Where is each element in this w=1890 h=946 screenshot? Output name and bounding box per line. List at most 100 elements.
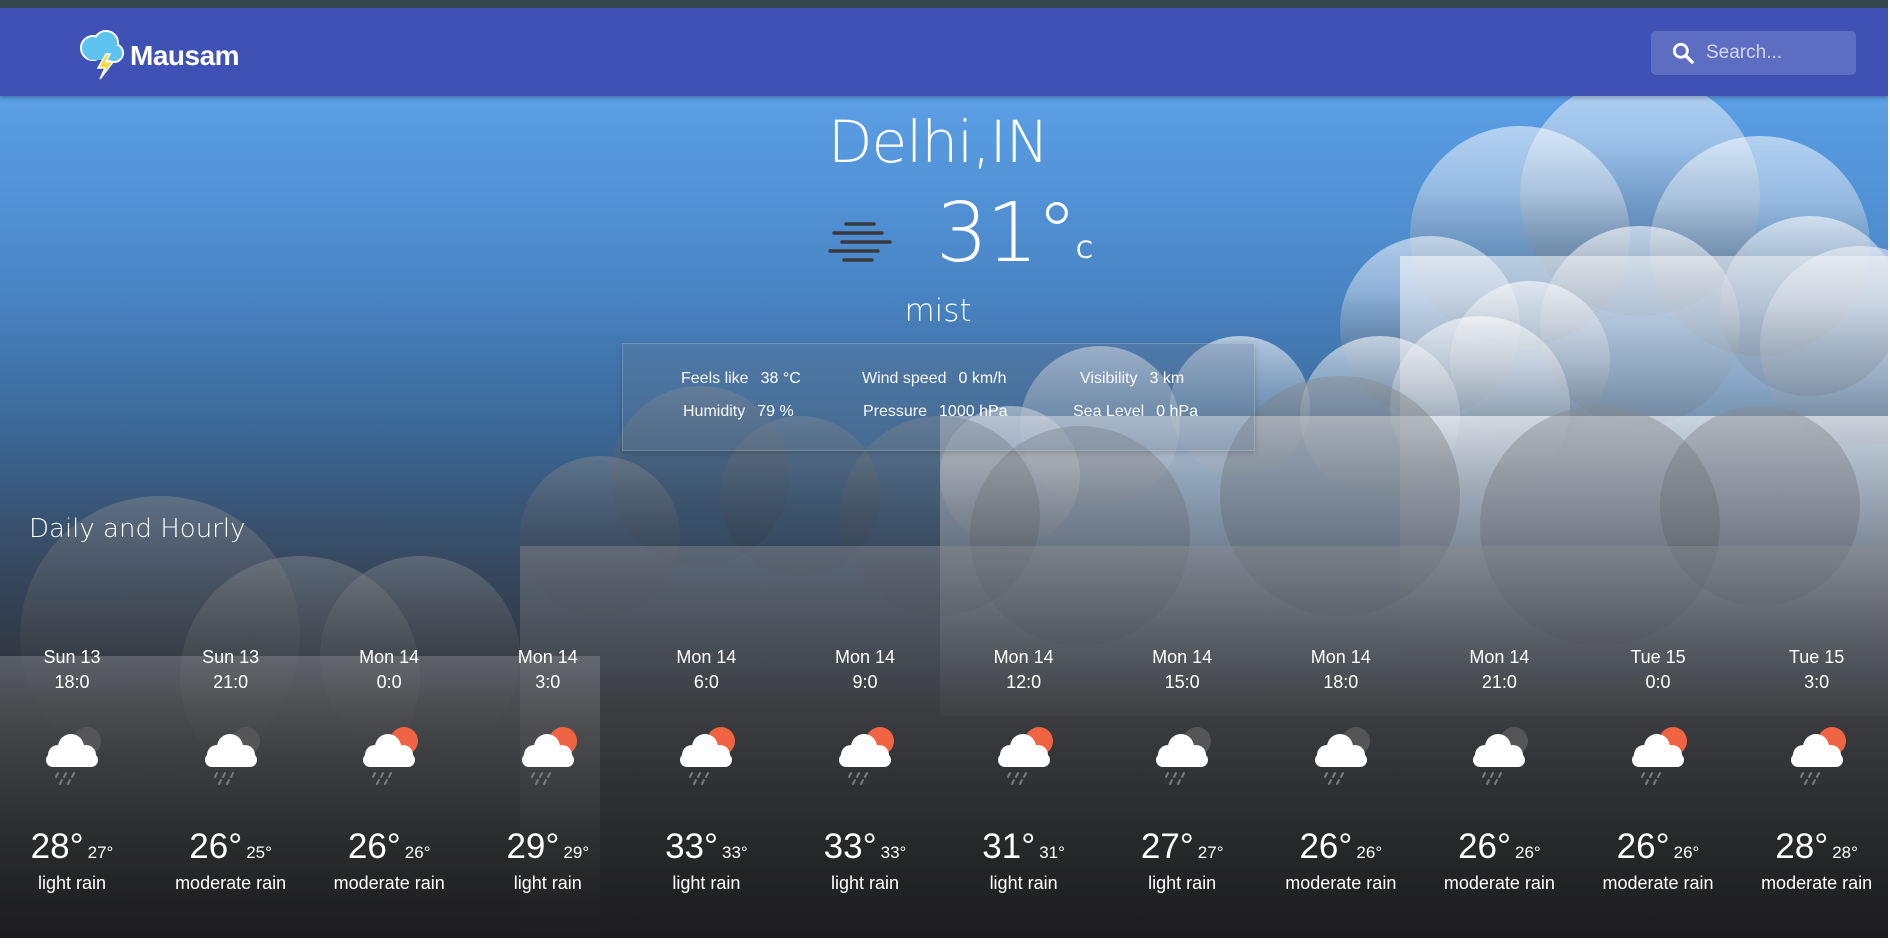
logo-text: Mausam (130, 40, 240, 71)
forecast-time: 3:0 (1804, 672, 1830, 692)
forecast-section-title: Daily and Hourly (29, 514, 246, 544)
visibility: Visibility 3 km (1080, 370, 1184, 388)
forecast-temp: 26° (1616, 827, 1670, 866)
visibility-value: 3 km (1149, 370, 1185, 387)
forecast-description: light rain (1148, 873, 1217, 893)
forecast-temp-min: 29° (563, 843, 590, 862)
forecast-description: moderate rain (1443, 873, 1555, 893)
forecast-temps: 26° 26° (310, 827, 469, 871)
forecast-item[interactable]: Mon 14 3:0 29° 29° light rain (468, 645, 627, 894)
forecast-item[interactable]: Mon 14 0:0 26° 26° moderate rain (310, 645, 469, 894)
forecast-temps: 27° 27° (1103, 827, 1262, 871)
forecast-time: 9:0 (852, 672, 878, 692)
forecast-temp: 26° (189, 827, 243, 866)
forecast-item[interactable]: Mon 14 6:0 33° 33° light rain (627, 645, 786, 894)
day-rain-icon (1632, 727, 1687, 785)
humidity-label: Humidity (683, 403, 746, 420)
forecast-day: Mon 14 (359, 647, 420, 667)
forecast-day: Mon 14 (1310, 647, 1371, 667)
forecast-temp: 27° (1140, 827, 1194, 866)
forecast-temp-min: 26° (1356, 843, 1383, 862)
forecast-day: Mon 14 (834, 647, 896, 667)
pressure-label: Pressure (863, 403, 928, 420)
sea-level: Sea Level 0 hPa (1073, 403, 1198, 421)
search-input[interactable] (1706, 42, 1846, 64)
sea-level-label: Sea Level (1073, 403, 1145, 420)
forecast-item[interactable]: Sun 13 18:0 28° 27° light rain (0, 645, 152, 894)
forecast-temp-min: 25° (246, 843, 272, 862)
day-rain-icon (1790, 727, 1846, 785)
forecast-temp: 26° (347, 827, 401, 866)
forecast-item[interactable]: Mon 14 21:0 26° 26° moderate rain (1420, 645, 1579, 894)
forecast-time: 0:0 (376, 672, 402, 692)
forecast-day: Mon 14 (517, 647, 578, 667)
humidity-value: 79 % (757, 403, 794, 420)
forecast-description: light rain (672, 873, 741, 893)
day-rain-icon (839, 727, 894, 785)
forecast-time: 18:0 (1323, 672, 1359, 692)
wind-speed: Wind speed 0 km/h (862, 370, 1007, 388)
forecast-temp: 28° (30, 827, 84, 866)
forecast-item[interactable]: Sun 13 21:0 26° 25° moderate rain (151, 645, 310, 894)
forecast-item[interactable]: Tue 15 3:0 28° 28° moderate rain (1737, 645, 1888, 894)
forecast-temp-min: 28° (1832, 843, 1858, 862)
forecast-day: Sun 13 (202, 647, 260, 667)
forecast-item[interactable]: Mon 14 12:0 31° 31° light rain (944, 645, 1103, 894)
logo-cloud-icon (80, 30, 124, 80)
forecast-item[interactable]: Tue 15 0:0 26° 26° moderate rain (1579, 645, 1738, 894)
pressure: Pressure 1000 hPa (863, 403, 1008, 421)
forecast-day: Tue 15 (1630, 647, 1686, 667)
forecast-temps: 33° 33° (786, 827, 945, 871)
wind-speed-label: Wind speed (862, 370, 947, 387)
forecast-temps: 28° 28° (1737, 827, 1888, 871)
forecast-time: 6:0 (693, 672, 719, 692)
forecast-item[interactable]: Mon 14 18:0 26° 26° moderate rain (1261, 645, 1420, 894)
feels-like-label: Feels like (681, 370, 749, 387)
city-name: Delhi,IN (827, 108, 1049, 176)
forecast-temp-min: 33° (722, 843, 748, 862)
forecast-temp-min: 31° (1039, 843, 1065, 862)
pressure-value: 1000 hPa (939, 403, 1008, 420)
forecast-temp: 33° (823, 827, 877, 866)
forecast-temps: 28° 27° (0, 827, 152, 871)
search-box[interactable] (1651, 31, 1856, 75)
humidity: Humidity 79 % (683, 403, 794, 421)
forecast-time: 12:0 (1006, 672, 1042, 692)
browser-top-strip (0, 0, 1888, 8)
search-icon[interactable] (1670, 40, 1696, 66)
night-rain-icon (1314, 727, 1370, 785)
forecast-description: moderate rain (175, 873, 287, 893)
forecast-temp-min: 33° (880, 843, 907, 862)
weather-app: Mausam Search... Delhi,IN 31° C mist Fee… (0, 0, 1888, 938)
forecast-item[interactable]: Mon 14 9:0 33° 33° light rain (786, 645, 945, 894)
day-rain-icon (363, 727, 419, 785)
forecast-description: light rain (37, 873, 107, 893)
forecast-time: 18:0 (54, 672, 90, 692)
forecast-temp-min: 26° (404, 843, 431, 862)
forecast-temp: 28° (1775, 827, 1829, 866)
forecast-temp: 26° (1458, 827, 1511, 866)
app-header: Mausam (0, 8, 1888, 96)
forecast-temp: 29° (506, 827, 560, 866)
forecast-description: moderate rain (1761, 873, 1873, 893)
logo[interactable]: Mausam (76, 26, 240, 82)
forecast-description: moderate rain (333, 873, 445, 893)
forecast-temp: 33° (665, 827, 718, 866)
forecast-description: moderate rain (1285, 873, 1397, 893)
forecast-temp-min: 26° (1673, 843, 1700, 862)
forecast-time: 3:0 (535, 672, 561, 692)
forecast-item[interactable]: Mon 14 15:0 27° 27° light rain (1103, 645, 1262, 894)
forecast-description: light rain (989, 873, 1058, 893)
forecast-day: Mon 14 (1469, 647, 1530, 667)
visibility-label: Visibility (1080, 370, 1138, 387)
sea-level-value: 0 hPa (1156, 403, 1198, 420)
forecast-temp: 26° (1299, 827, 1353, 866)
day-rain-icon (680, 727, 736, 785)
forecast-temp: 31° (982, 827, 1036, 866)
forecast-temps: 33° 33° (627, 827, 786, 871)
forecast-temps: 26° 26° (1420, 827, 1579, 871)
current-condition: mist (904, 293, 972, 329)
current-temperature: 31° (936, 186, 1077, 281)
forecast-temps: 26° 25° (151, 827, 310, 871)
night-rain-icon (1473, 727, 1529, 785)
